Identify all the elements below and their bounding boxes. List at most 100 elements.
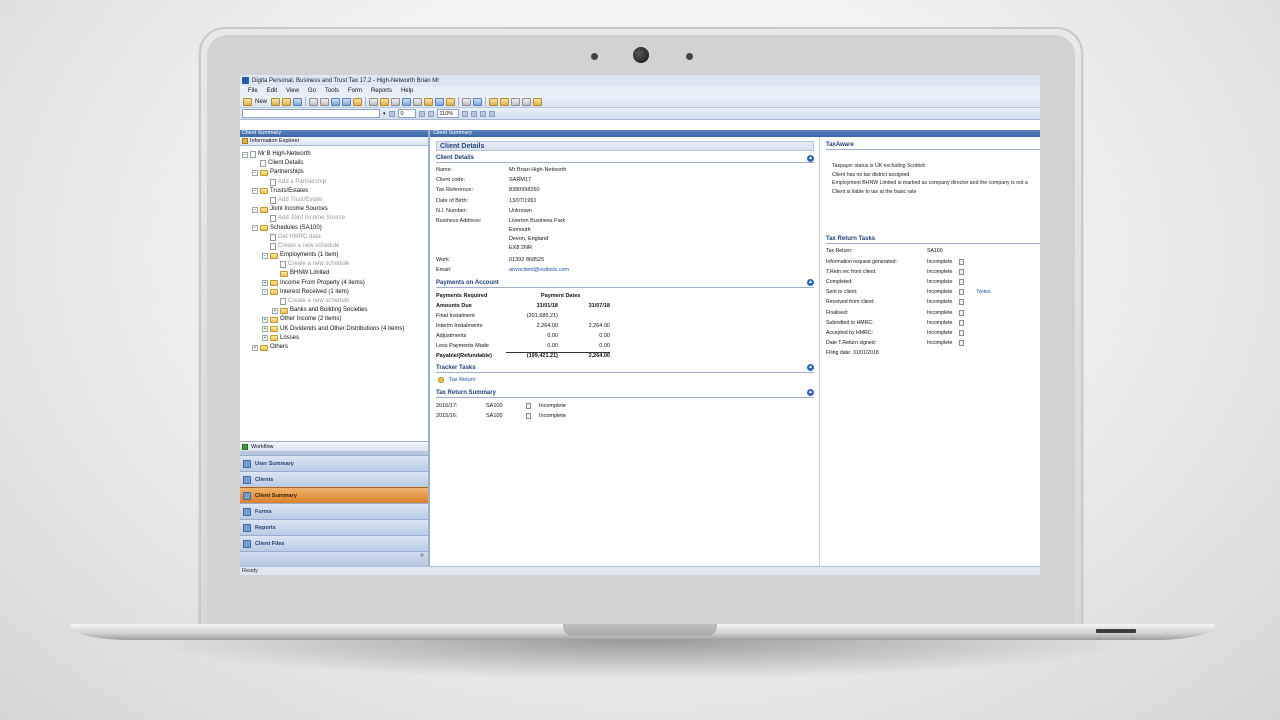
- expand-icon[interactable]: +: [262, 335, 268, 342]
- nav-user-summary[interactable]: User Summary: [240, 455, 428, 471]
- tree-node[interactable]: Add a Partnership: [242, 178, 428, 187]
- expand-icon[interactable]: +: [262, 280, 268, 287]
- expand-icon[interactable]: +: [262, 326, 268, 333]
- tree-node[interactable]: + Losses: [242, 334, 428, 343]
- calc-icon[interactable]: [391, 97, 401, 106]
- note-icon[interactable]: [959, 299, 964, 306]
- note-icon[interactable]: [959, 279, 964, 286]
- tree-node[interactable]: − Trusts/Estates: [242, 187, 428, 196]
- filter-icon[interactable]: [342, 97, 352, 106]
- tree-node[interactable]: + UK Dividends and Other Distributions (4…: [242, 325, 428, 334]
- workflow-bar[interactable]: Workflow: [240, 441, 428, 451]
- expand-icon[interactable]: +: [262, 316, 268, 323]
- note-icon[interactable]: [959, 268, 964, 275]
- nav-client-summary[interactable]: Client Summary: [240, 487, 428, 503]
- tree-node[interactable]: − Joint Income Sources: [242, 205, 428, 214]
- collapse-icon[interactable]: ▲: [807, 389, 814, 396]
- tree-node[interactable]: Client Details: [242, 159, 428, 168]
- collapse-icon[interactable]: −: [252, 188, 258, 195]
- expand-icon[interactable]: +: [272, 307, 278, 314]
- tree-node[interactable]: BHNW Limited: [242, 269, 428, 278]
- refresh-icon[interactable]: [435, 97, 445, 106]
- clipboard-icon[interactable]: [424, 97, 434, 106]
- page-field[interactable]: 0: [397, 109, 416, 118]
- attach-icon[interactable]: [511, 97, 521, 106]
- expand-icon[interactable]: +: [252, 344, 258, 351]
- export-icon[interactable]: [353, 97, 363, 106]
- next-page-icon[interactable]: [418, 110, 425, 117]
- menu-item-go[interactable]: Go: [308, 88, 316, 94]
- tree-node[interactable]: Create a new schedule: [242, 297, 428, 306]
- save-icon[interactable]: [293, 97, 303, 106]
- tax-return-link[interactable]: Tax Return: [449, 377, 476, 383]
- tools-icon[interactable]: [462, 97, 472, 106]
- collapse-icon[interactable]: −: [262, 252, 268, 259]
- first-page-icon[interactable]: [388, 110, 395, 117]
- chevron-down-icon[interactable]: ▾: [383, 111, 386, 117]
- note-icon[interactable]: [526, 412, 531, 419]
- collapse-icon[interactable]: ▲: [807, 154, 814, 162]
- nav-client-files[interactable]: Client Files: [240, 535, 428, 551]
- tree-node[interactable]: Create a new schedule: [242, 242, 428, 251]
- note-icon[interactable]: [959, 258, 964, 265]
- email-link[interactable]: anvoclient@outlook.com: [509, 267, 569, 273]
- tree-node[interactable]: + Banks and Building Societies: [242, 306, 428, 315]
- menu-item-edit[interactable]: Edit: [267, 88, 277, 94]
- print-icon[interactable]: [309, 97, 319, 106]
- nav-options-icon[interactable]: »: [240, 551, 428, 566]
- tree-node[interactable]: Add Trust/Estate: [242, 196, 428, 205]
- last-page-icon[interactable]: [427, 110, 434, 117]
- folder-icon[interactable]: [282, 97, 292, 106]
- undo-icon[interactable]: [369, 97, 379, 106]
- collapse-icon[interactable]: −: [252, 225, 258, 232]
- report-icon[interactable]: [446, 97, 456, 106]
- tree-node[interactable]: − Schedules (SA100): [242, 224, 428, 233]
- fit-page-icon[interactable]: [479, 110, 486, 117]
- nav-forms[interactable]: Forms: [240, 503, 428, 519]
- tree-node[interactable]: + Other Income (2 items): [242, 315, 428, 324]
- zoom-out-icon[interactable]: [470, 110, 477, 117]
- tree-node[interactable]: + Income From Property (4 items): [242, 279, 428, 288]
- tree-node[interactable]: Get HMRC data: [242, 233, 428, 242]
- note-icon[interactable]: [959, 309, 964, 316]
- user-icon[interactable]: [473, 97, 483, 106]
- nav-reports[interactable]: Reports: [240, 519, 428, 535]
- menu-item-view[interactable]: View: [286, 88, 299, 94]
- zoom-select[interactable]: 110%: [436, 109, 459, 118]
- menu-item-file[interactable]: File: [248, 88, 258, 94]
- tree-node[interactable]: − Partnerships: [242, 168, 428, 177]
- new-button[interactable]: New: [255, 99, 267, 105]
- tree-node[interactable]: + Others: [242, 343, 428, 352]
- menu-item-help[interactable]: Help: [401, 88, 413, 94]
- note-icon[interactable]: [526, 402, 531, 409]
- tree-node[interactable]: − Employments (1 item): [242, 251, 428, 260]
- open-folder-icon[interactable]: [271, 97, 281, 106]
- form-select[interactable]: [242, 109, 380, 118]
- menu-item-tools[interactable]: Tools: [325, 88, 339, 94]
- note-icon[interactable]: [959, 340, 964, 347]
- note-icon[interactable]: [959, 329, 964, 336]
- collapse-icon[interactable]: −: [252, 169, 258, 176]
- tree-node[interactable]: Create a new schedule: [242, 260, 428, 269]
- menu-item-reports[interactable]: Reports: [371, 88, 392, 94]
- collapse-icon[interactable]: −: [252, 206, 258, 213]
- print-preview-icon[interactable]: [320, 97, 330, 106]
- note-icon[interactable]: [489, 97, 499, 106]
- form-icon[interactable]: [380, 97, 390, 106]
- note-icon[interactable]: [959, 319, 964, 326]
- tree-node[interactable]: Add Joint Income Source: [242, 214, 428, 223]
- zoom-in-icon[interactable]: [461, 110, 468, 117]
- collapse-icon[interactable]: −: [242, 151, 248, 158]
- collapse-icon[interactable]: −: [262, 289, 268, 296]
- help-icon[interactable]: [533, 97, 543, 106]
- fit-width-icon[interactable]: [488, 110, 495, 117]
- new-icon[interactable]: [243, 97, 252, 106]
- search-icon[interactable]: [522, 97, 532, 106]
- nav-clients[interactable]: Clients: [240, 471, 428, 487]
- email-icon[interactable]: [331, 97, 341, 106]
- notes-link[interactable]: Notes: [977, 289, 991, 295]
- collapse-icon[interactable]: ▲: [807, 279, 814, 286]
- tree-node[interactable]: − Mr B High-Networth: [242, 150, 428, 159]
- lock-icon[interactable]: [413, 97, 423, 106]
- calendar-icon[interactable]: [500, 97, 510, 106]
